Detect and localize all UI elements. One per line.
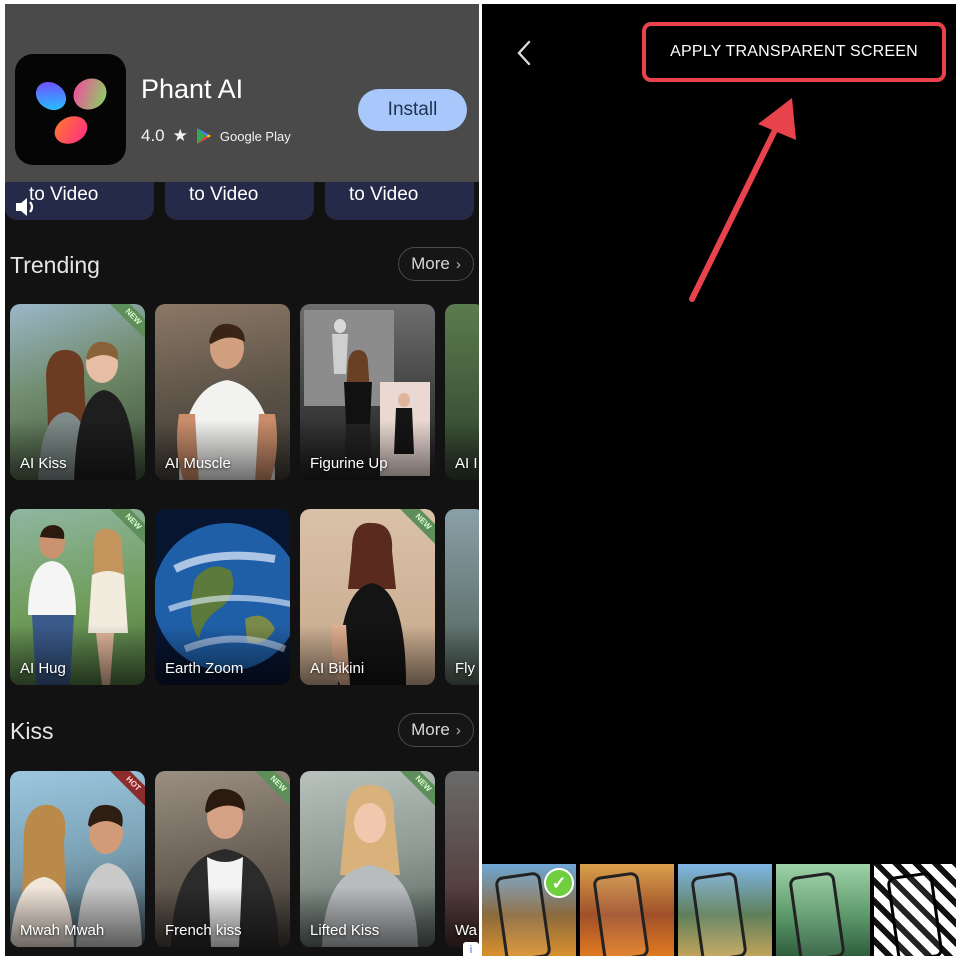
chevron-right-icon: ›: [455, 721, 461, 739]
effect-label: Lifted Kiss: [310, 922, 380, 939]
speaker-icon[interactable]: [13, 194, 39, 225]
effect-label: Figurine Up: [310, 455, 388, 472]
wallpaper-thumbnail-strip: ✓: [482, 864, 956, 956]
effect-card[interactable]: Earth Zoom: [155, 509, 290, 685]
more-button-kiss[interactable]: More ›: [398, 713, 474, 747]
effect-label: Mwah Mwah: [20, 922, 105, 939]
effect-label: AI Kiss: [20, 455, 67, 472]
category-label: to Video: [189, 184, 259, 205]
more-label: More: [411, 254, 450, 273]
effect-card[interactable]: NEW AI Hug: [10, 509, 145, 685]
more-button-trending[interactable]: More ›: [398, 247, 474, 281]
effect-label: Fly: [455, 660, 475, 677]
ad-banner[interactable]: Phant AI 4.0 ★ Google Play Install: [5, 4, 479, 182]
effect-card[interactable]: AI I: [445, 304, 479, 480]
more-label: More: [411, 720, 450, 739]
google-play-icon: [196, 127, 212, 145]
effect-card[interactable]: Fly: [445, 509, 479, 685]
category-tile[interactable]: to Video: [325, 176, 474, 220]
wallpaper-thumbnail[interactable]: [580, 864, 674, 956]
star-icon: ★: [172, 126, 188, 145]
category-label: to Video: [29, 184, 99, 205]
effect-label: AI Bikini: [310, 660, 365, 677]
store-label: Google Play: [219, 128, 291, 144]
effect-card[interactable]: NEW French kiss: [155, 771, 290, 947]
wallpaper-thumbnail[interactable]: ✓: [482, 864, 576, 956]
annotation-arrow-icon: [689, 98, 796, 302]
back-arrow-icon[interactable]: [516, 40, 532, 71]
effect-label: Earth Zoom: [165, 660, 244, 677]
effect-card[interactable]: Figurine Up: [300, 304, 435, 480]
app-icon[interactable]: [15, 54, 126, 165]
transparent-screen-editor: APPLY TRANSPARENT SCREEN ✓: [482, 4, 956, 956]
apply-transparent-screen-button[interactable]: APPLY TRANSPARENT SCREEN: [642, 22, 946, 82]
effect-label: Wa: [455, 922, 477, 939]
effect-label: AI Hug: [20, 660, 66, 677]
app-name: Phant AI: [141, 74, 244, 104]
effect-card[interactable]: AI Muscle: [155, 304, 290, 480]
chevron-right-icon: ›: [455, 255, 461, 273]
effect-label: AI Muscle: [165, 455, 231, 472]
wallpaper-thumbnail[interactable]: [678, 864, 772, 956]
rating-value: 4.0: [141, 126, 165, 145]
install-button[interactable]: Install: [358, 89, 467, 131]
phant-ai-screen: to Video to Video to Video Phant AI 4.0 …: [5, 4, 479, 956]
section-title-kiss: Kiss: [10, 718, 54, 744]
category-label: to Video: [349, 184, 419, 205]
effect-card[interactable]: NEW AI Kiss: [10, 304, 145, 480]
selected-check-icon: ✓: [544, 868, 574, 898]
effect-card[interactable]: NEW AI Bikini: [300, 509, 435, 685]
category-tile[interactable]: to Video: [165, 176, 314, 220]
wallpaper-thumbnail[interactable]: [874, 864, 956, 956]
effect-card[interactable]: NEW Lifted Kiss: [300, 771, 435, 947]
effect-card[interactable]: HOT Mwah Mwah: [10, 771, 145, 947]
section-title-trending: Trending: [10, 252, 100, 278]
effect-label: French kiss: [165, 922, 242, 939]
wallpaper-thumbnail[interactable]: [776, 864, 870, 956]
effect-label: AI I: [455, 455, 478, 472]
app-rating: 4.0 ★ Google Play: [141, 126, 291, 146]
ad-info-icon[interactable]: i: [463, 942, 479, 956]
apply-label: APPLY TRANSPARENT SCREEN: [670, 43, 918, 60]
effect-card[interactable]: Wa: [445, 771, 479, 947]
